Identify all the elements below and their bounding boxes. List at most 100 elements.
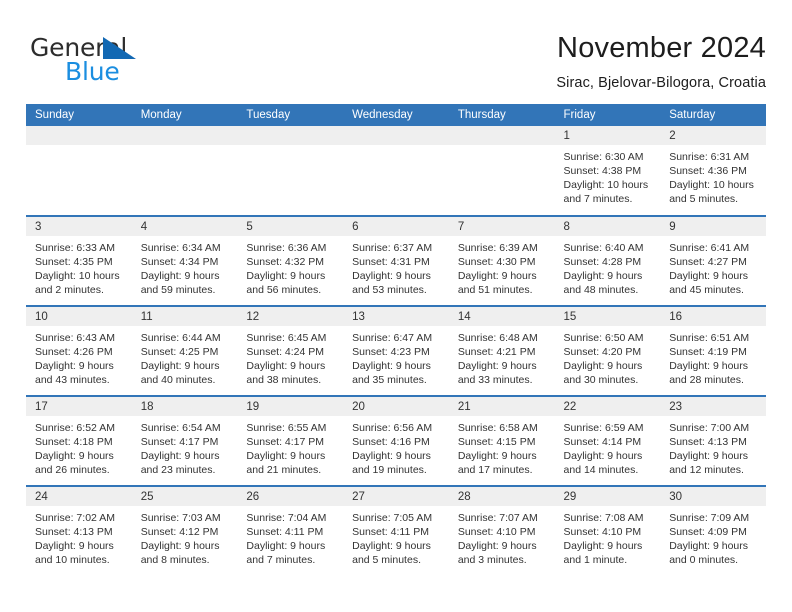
day-number: 5 — [237, 217, 344, 236]
day-details: Sunrise: 7:07 AM Sunset: 4:10 PM Daylight:… — [449, 506, 555, 567]
sunset-text: Sunset: 4:19 PM — [669, 346, 747, 359]
calendar-day-cell[interactable]: 19 Sunrise: 6:55 AM Sunset: 4:17 PM Dayligh… — [237, 395, 344, 486]
calendar-day-cell[interactable]: 27 Sunrise: 7:05 AM Sunset: 4:11 PM Dayligh… — [343, 485, 449, 576]
daylight-text-line1: Daylight: 9 hours — [35, 450, 114, 463]
sunset-text: Sunset: 4:35 PM — [35, 256, 113, 269]
sunrise-text: Sunrise: 7:07 AM — [457, 512, 538, 524]
calendar-day-cell[interactable]: 2 Sunrise: 6:31 AM Sunset: 4:36 PM Daylight… — [660, 126, 766, 216]
sunrise-text: Sunrise: 6:55 AM — [246, 422, 327, 434]
calendar-grid: Sunday Monday Tuesday Wednesday Thursday… — [26, 104, 766, 576]
calendar-day-cell[interactable]: 5 Sunrise: 6:36 AM Sunset: 4:32 PM Daylight… — [237, 215, 344, 306]
sunrise-text: Sunrise: 6:39 AM — [457, 242, 538, 254]
calendar-day-cell[interactable]: 3 Sunrise: 6:33 AM Sunset: 4:35 PM Daylight… — [26, 215, 132, 306]
day-details: Sunrise: 6:33 AM Sunset: 4:35 PM Daylight:… — [26, 236, 132, 297]
weekday-header-saturday: Saturday — [660, 104, 766, 126]
calendar-day-cell[interactable]: 22 Sunrise: 6:59 AM Sunset: 4:14 PM Dayligh… — [554, 395, 661, 486]
daylight-text-line1: Daylight: 9 hours — [669, 450, 749, 463]
calendar-day-cell[interactable]: 10 Sunrise: 6:43 AM Sunset: 4:26 PM Dayligh… — [26, 305, 132, 396]
daylight-text-line2: and 8 minutes. — [140, 554, 210, 567]
calendar-day-cell[interactable]: 25 Sunrise: 7:03 AM Sunset: 4:12 PM Dayligh… — [131, 485, 238, 576]
day-details: Sunrise: 6:34 AM Sunset: 4:34 PM Daylight:… — [132, 236, 238, 297]
daylight-text-line1: Daylight: 10 hours — [669, 179, 754, 192]
daylight-text-line1: Daylight: 9 hours — [140, 360, 220, 373]
day-details: Sunrise: 7:00 AM Sunset: 4:13 PM Daylight:… — [660, 416, 766, 477]
daylight-text-line1: Daylight: 9 hours — [246, 360, 326, 373]
calendar-day-cell[interactable]: 15 Sunrise: 6:50 AM Sunset: 4:20 PM Dayligh… — [554, 305, 661, 396]
daylight-text-line1: Daylight: 9 hours — [457, 270, 537, 283]
sunrise-text: Sunrise: 6:36 AM — [246, 242, 327, 254]
sunset-text: Sunset: 4:13 PM — [35, 526, 113, 539]
sunrise-text: Sunrise: 7:02 AM — [35, 512, 115, 524]
day-details: Sunrise: 6:43 AM Sunset: 4:26 PM Daylight:… — [26, 326, 132, 387]
calendar-day-cell[interactable]: 23 Sunrise: 7:00 AM Sunset: 4:13 PM Dayligh… — [660, 395, 766, 486]
daylight-text-line1: Daylight: 9 hours — [352, 270, 431, 283]
logo-triangle-icon — [103, 37, 136, 59]
day-number: 14 — [448, 307, 555, 326]
daylight-text-line1: Daylight: 9 hours — [140, 540, 220, 553]
daylight-text-line2: and 28 minutes. — [669, 374, 744, 387]
weekday-header-sunday: Sunday — [26, 104, 132, 126]
daylight-text-line2: and 21 minutes. — [246, 464, 322, 477]
day-details: Sunrise: 6:30 AM Sunset: 4:38 PM Daylight:… — [555, 145, 661, 206]
calendar-day-cell[interactable]: 12 Sunrise: 6:45 AM Sunset: 4:24 PM Dayligh… — [237, 305, 344, 396]
calendar-day-cell[interactable]: 16 Sunrise: 6:51 AM Sunset: 4:19 PM Dayligh… — [660, 305, 766, 396]
daylight-text-line1: Daylight: 10 hours — [563, 179, 649, 192]
calendar-week-row: 24 Sunrise: 7:02 AM Sunset: 4:13 PM Dayligh… — [26, 485, 766, 576]
calendar-day-cell[interactable]: 17 Sunrise: 6:52 AM Sunset: 4:18 PM Dayligh… — [26, 395, 132, 486]
sunset-text: Sunset: 4:13 PM — [669, 436, 747, 449]
page-header: General Blue November 2024 Sirac, Bjelov… — [0, 0, 792, 100]
calendar-day-cell[interactable]: 20 Sunrise: 6:56 AM Sunset: 4:16 PM Dayligh… — [343, 395, 449, 486]
sunset-text: Sunset: 4:25 PM — [140, 346, 219, 359]
calendar-day-cell[interactable]: 4 Sunrise: 6:34 AM Sunset: 4:34 PM Daylight… — [131, 215, 238, 306]
daylight-text-line2: and 17 minutes. — [457, 464, 533, 477]
day-number: 17 — [26, 397, 132, 416]
daylight-text-line1: Daylight: 9 hours — [669, 540, 749, 553]
calendar-day-cell[interactable]: 26 Sunrise: 7:04 AM Sunset: 4:11 PM Dayligh… — [237, 485, 344, 576]
daylight-text-line2: and 26 minutes. — [35, 464, 110, 477]
calendar-day-cell[interactable]: 11 Sunrise: 6:44 AM Sunset: 4:25 PM Dayligh… — [131, 305, 238, 396]
calendar-day-cell[interactable]: 1 Sunrise: 6:30 AM Sunset: 4:38 PM Daylight… — [554, 126, 661, 216]
calendar-cell-empty — [237, 126, 344, 216]
calendar-day-cell[interactable]: 24 Sunrise: 7:02 AM Sunset: 4:13 PM Dayligh… — [26, 485, 132, 576]
calendar-day-cell[interactable]: 9 Sunrise: 6:41 AM Sunset: 4:27 PM Daylight… — [660, 215, 766, 306]
daylight-text-line2: and 14 minutes. — [563, 464, 639, 477]
day-number: 6 — [343, 217, 449, 236]
weekday-header-thursday: Thursday — [448, 104, 555, 126]
weekday-header-tuesday: Tuesday — [237, 104, 344, 126]
sunset-text: Sunset: 4:16 PM — [352, 436, 430, 449]
sunrise-text: Sunrise: 6:30 AM — [563, 151, 644, 163]
daylight-text-line2: and 12 minutes. — [669, 464, 744, 477]
daylight-text-line2: and 7 minutes. — [246, 554, 316, 567]
calendar-day-cell[interactable]: 28 Sunrise: 7:07 AM Sunset: 4:10 PM Dayligh… — [448, 485, 555, 576]
calendar-day-cell[interactable]: 13 Sunrise: 6:47 AM Sunset: 4:23 PM Dayligh… — [343, 305, 449, 396]
day-number — [343, 126, 449, 145]
calendar-table: Sunday Monday Tuesday Wednesday Thursday… — [26, 104, 766, 576]
day-number: 23 — [660, 397, 766, 416]
daylight-text-line2: and 2 minutes. — [35, 284, 104, 297]
calendar-day-cell[interactable]: 14 Sunrise: 6:48 AM Sunset: 4:21 PM Dayligh… — [448, 305, 555, 396]
daylight-text-line1: Daylight: 9 hours — [35, 540, 114, 553]
calendar-day-cell[interactable]: 21 Sunrise: 6:58 AM Sunset: 4:15 PM Dayligh… — [448, 395, 555, 486]
calendar-day-cell[interactable]: 8 Sunrise: 6:40 AM Sunset: 4:28 PM Daylight… — [554, 215, 661, 306]
day-number: 27 — [343, 487, 449, 506]
daylight-text-line2: and 43 minutes. — [35, 374, 110, 387]
day-number: 18 — [131, 397, 238, 416]
daylight-text-line2: and 5 minutes. — [352, 554, 421, 567]
sunrise-text: Sunrise: 6:41 AM — [669, 242, 750, 254]
day-number — [131, 126, 238, 145]
sunset-text: Sunset: 4:21 PM — [457, 346, 536, 359]
calendar-day-cell[interactable]: 6 Sunrise: 6:37 AM Sunset: 4:31 PM Daylight… — [343, 215, 449, 306]
daylight-text-line1: Daylight: 9 hours — [457, 540, 537, 553]
day-number: 8 — [554, 217, 661, 236]
sunrise-text: Sunrise: 6:34 AM — [140, 242, 221, 254]
calendar-day-cell[interactable]: 30 Sunrise: 7:09 AM Sunset: 4:09 PM Dayligh… — [660, 485, 766, 576]
calendar-day-cell[interactable]: 29 Sunrise: 7:08 AM Sunset: 4:10 PM Dayligh… — [554, 485, 661, 576]
sunrise-text: Sunrise: 6:51 AM — [669, 332, 750, 344]
title-block: November 2024 Sirac, Bjelovar-Bilogora, … — [556, 30, 766, 94]
calendar-day-cell[interactable]: 7 Sunrise: 6:39 AM Sunset: 4:30 PM Daylight… — [448, 215, 555, 306]
sunrise-text: Sunrise: 6:43 AM — [35, 332, 115, 344]
day-details: Sunrise: 7:09 AM Sunset: 4:09 PM Daylight:… — [660, 506, 766, 567]
calendar-day-cell[interactable]: 18 Sunrise: 6:54 AM Sunset: 4:17 PM Dayligh… — [131, 395, 238, 486]
day-details: Sunrise: 6:45 AM Sunset: 4:24 PM Daylight:… — [237, 326, 343, 387]
general-blue-logo[interactable]: General Blue — [30, 33, 210, 89]
